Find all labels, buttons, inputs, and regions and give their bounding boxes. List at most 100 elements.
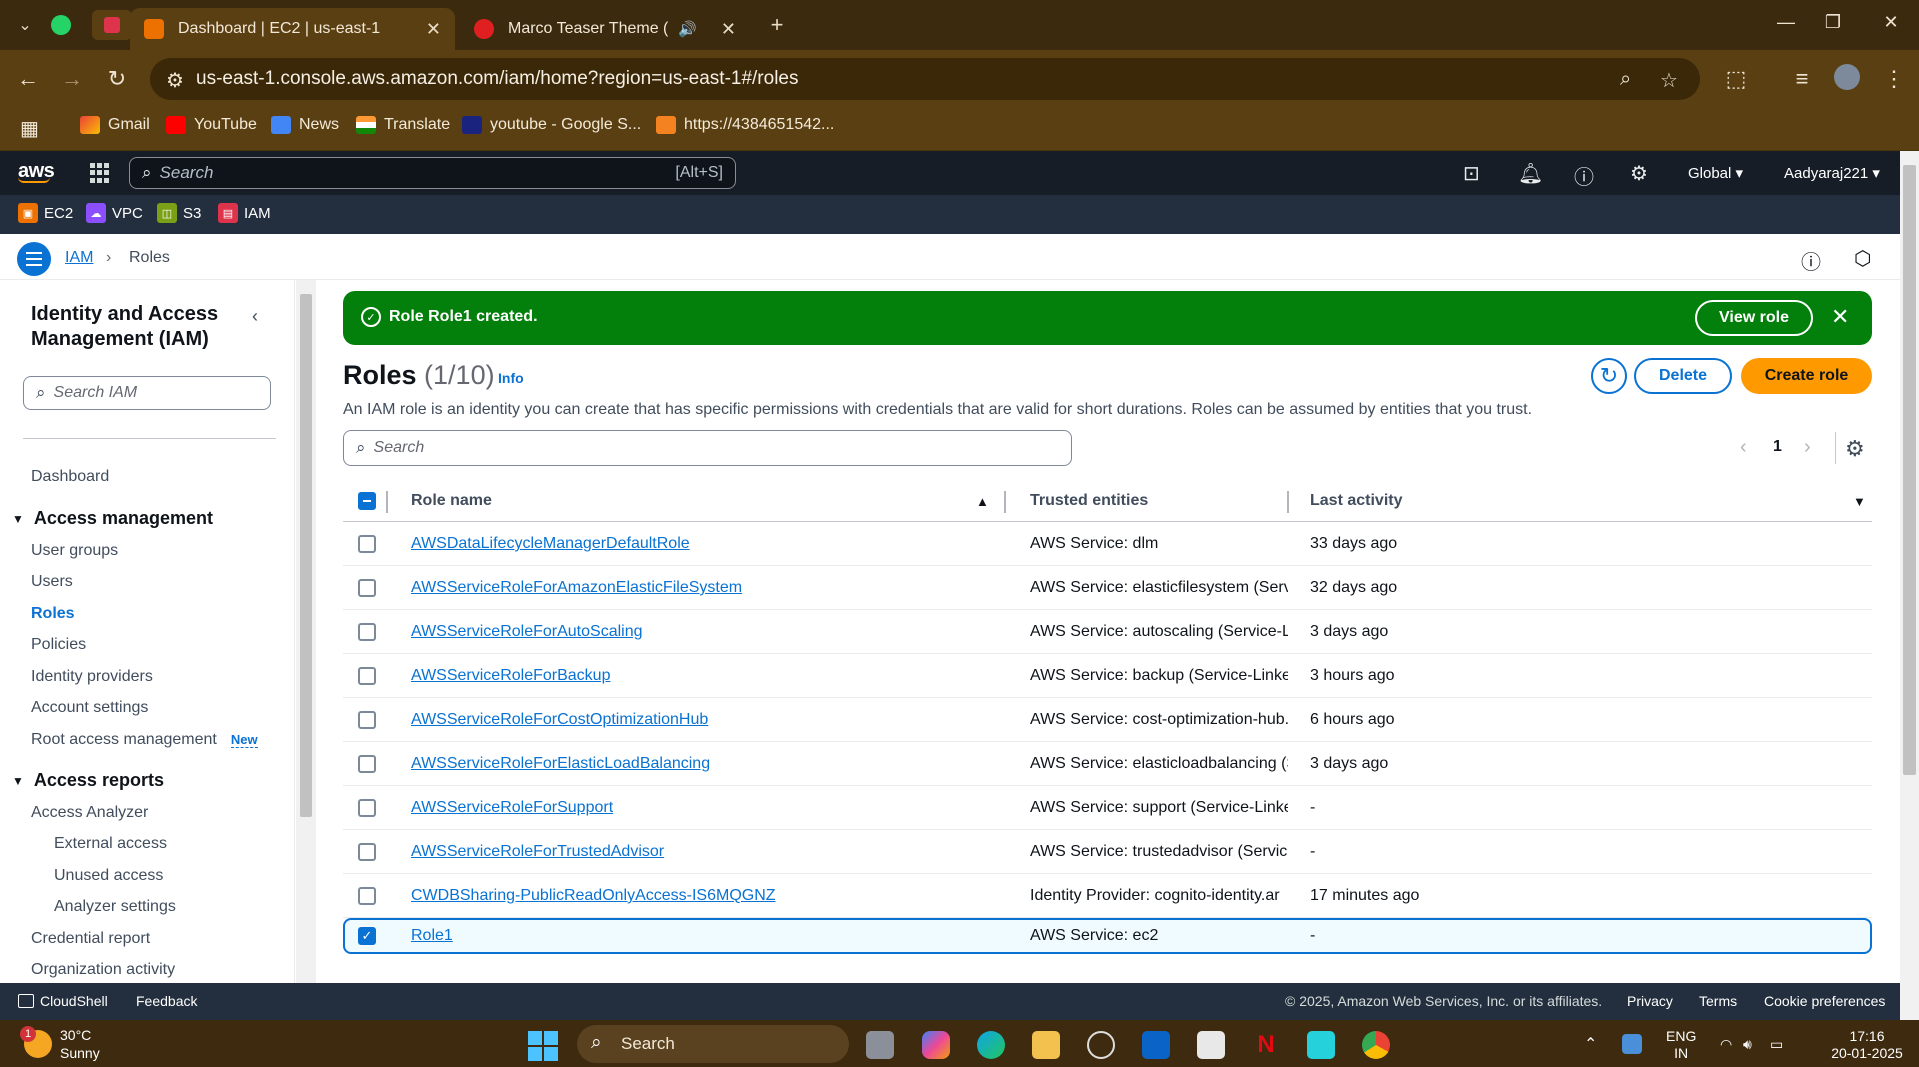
site-info-icon[interactable]: ⚙ [166,68,184,93]
row-checkbox[interactable] [358,843,376,861]
close-icon[interactable]: ✕ [1831,304,1849,330]
volume-icon[interactable]: 🔊︎ [1743,1036,1752,1053]
page-scrollbar[interactable] [1900,151,1919,1020]
bookmark-youtube-google-search[interactable]: youtube - Google S... [462,116,641,134]
bookmark-news[interactable]: News [271,116,339,134]
create-role-button[interactable]: Create role [1741,358,1872,394]
notifications-bell-icon[interactable]: 🔔︎ [1518,161,1543,186]
speaker-icon[interactable]: 🔊 [678,20,697,38]
sidebar-item-unused-access[interactable]: Unused access [54,867,163,885]
role-name-link[interactable]: AWSDataLifecycleManagerDefaultRole [411,535,690,553]
battery-icon[interactable]: ▭ [1770,1036,1783,1053]
role-name-link[interactable]: AWSServiceRoleForElasticLoadBalancing [411,755,710,773]
clock[interactable]: 17:16 20-01-2025 [1824,1028,1910,1062]
role-name-link[interactable]: CWDBSharing-PublicReadOnlyAccess-IS6MQGN… [411,887,776,905]
favorite-iam[interactable]: ▤ IAM [218,203,271,223]
sidebar-item-identity-providers[interactable]: Identity providers [31,668,153,686]
terms-link[interactable]: Terms [1699,993,1737,1009]
favorite-s3[interactable]: ◫ S3 [157,203,201,223]
info-panel-icon[interactable]: ⓘ [1801,246,1821,275]
wifi-icon[interactable]: ◠ [1720,1036,1732,1053]
forward-icon[interactable]: → [58,66,86,92]
dell-icon[interactable] [1087,1031,1115,1059]
aws-search-input[interactable]: ⌕ Search [Alt+S] [129,157,736,189]
sort-caret-down-icon[interactable]: ▼ [1853,494,1866,509]
select-all-checkbox[interactable] [358,492,376,510]
table-preferences-gear-icon[interactable]: ⚙ [1845,436,1865,462]
amazon-music-icon[interactable] [1307,1031,1335,1059]
aws-logo[interactable]: aws [18,160,55,183]
row-checkbox[interactable] [358,579,376,597]
sidebar-item-users[interactable]: Users [31,573,73,591]
feedback-link[interactable]: Feedback [136,993,197,1009]
whatsapp-icon[interactable] [46,10,76,40]
sidebar-item-external-access[interactable]: External access [54,835,167,853]
column-trusted-entities[interactable]: Trusted entities [1030,492,1148,510]
language-indicator[interactable]: ENG IN [1666,1028,1696,1062]
breadcrumb-iam[interactable]: IAM [65,249,93,267]
browser-menu-icon[interactable]: ⋮ [1880,66,1908,92]
role-name-link[interactable]: AWSServiceRoleForAmazonElasticFileSystem [411,579,742,597]
row-checkbox[interactable] [358,711,376,729]
column-last-activity[interactable]: Last activity [1310,492,1402,510]
file-explorer-icon[interactable] [1032,1031,1060,1059]
row-checkbox[interactable] [358,667,376,685]
bookmark-translate[interactable]: Translate [356,116,450,134]
role-name-link[interactable]: AWSServiceRoleForBackup [411,667,610,685]
minimize-icon[interactable]: — [1771,12,1801,33]
cloudshell-button[interactable]: CloudShell [18,993,108,1009]
table-row[interactable]: AWSDataLifecycleManagerDefaultRole AWS Se… [343,522,1872,566]
row-checkbox[interactable] [358,623,376,641]
sidebar-item-credential-report[interactable]: Credential report [31,930,150,948]
bookmark-url[interactable]: https://4384651542... [656,116,834,134]
cookie-preferences-link[interactable]: Cookie preferences [1764,993,1885,1009]
sidebar-item-account-settings[interactable]: Account settings [31,699,148,717]
new-tab-icon[interactable]: + [762,10,792,40]
pinned-tab-iam[interactable] [92,10,132,40]
help-icon[interactable]: ⓘ [1574,161,1594,190]
sidebar-item-analyzer-settings[interactable]: Analyzer settings [54,898,176,916]
sidebar-item-user-groups[interactable]: User groups [31,542,118,560]
favorite-vpc[interactable]: ☁ VPC [86,203,143,223]
tab-marco-teaser[interactable]: Marco Teaser Theme (From 🔊 ✕ [460,8,750,50]
region-selector[interactable]: Global ▾ [1688,164,1743,182]
bookmark-youtube[interactable]: YouTube [166,116,257,134]
table-row[interactable]: AWSServiceRoleForCostOptimizationHub AWS … [343,698,1872,742]
show-hidden-icons-chevron-icon[interactable]: ⌃ [1584,1036,1597,1053]
table-row[interactable]: AWSServiceRoleForElasticLoadBalancing AWS… [343,742,1872,786]
security-shield-icon[interactable] [1622,1034,1642,1054]
sidebar-item-root-access-management[interactable]: Root access management New [31,731,258,749]
media-controls-icon[interactable]: ≡ [1788,66,1816,92]
roles-search-input[interactable]: ⌕ Search [343,430,1072,466]
cloudshell-icon[interactable]: ⊡ [1463,161,1480,186]
row-checkbox[interactable] [358,887,376,905]
edge-icon[interactable] [977,1031,1005,1059]
row-checkbox[interactable] [358,535,376,553]
column-role-name[interactable]: Role name [411,492,492,510]
close-tab-icon[interactable]: ✕ [721,19,736,40]
scrollbar-thumb[interactable] [300,294,312,817]
close-window-icon[interactable]: ✕ [1876,12,1906,33]
sidebar-item-dashboard[interactable]: Dashboard [31,468,109,486]
reload-icon[interactable]: ↻ [103,66,131,92]
refresh-button[interactable]: ↻ [1591,358,1627,394]
copilot-icon[interactable] [922,1031,950,1059]
task-view-icon[interactable] [866,1031,894,1059]
account-menu[interactable]: Aadyaraj221 ▾ [1784,164,1880,182]
taskbar-search[interactable]: ⌕ Search [577,1025,849,1063]
extensions-icon[interactable]: ⬚ [1722,66,1750,92]
chrome-icon[interactable] [1362,1031,1390,1059]
profile-avatar[interactable] [1834,64,1862,90]
bookmark-gmail[interactable]: Gmail [80,116,150,134]
privacy-link[interactable]: Privacy [1627,993,1673,1009]
back-icon[interactable]: ← [14,66,42,92]
role-name-link[interactable]: AWSServiceRoleForTrustedAdvisor [411,843,664,861]
settings-gear-icon[interactable]: ⚙ [1630,161,1648,186]
section-access-management[interactable]: ▼ Access management [12,508,213,529]
netflix-icon[interactable]: N [1252,1031,1280,1059]
table-row[interactable]: CWDBSharing-PublicReadOnlyAccess-IS6MQGN… [343,874,1872,918]
table-row[interactable]: ✓ Role1 AWS Service: ec2 - [343,918,1872,954]
microsoft-store-icon[interactable] [1197,1031,1225,1059]
row-checkbox[interactable] [358,755,376,773]
services-menu-icon[interactable] [90,163,110,183]
